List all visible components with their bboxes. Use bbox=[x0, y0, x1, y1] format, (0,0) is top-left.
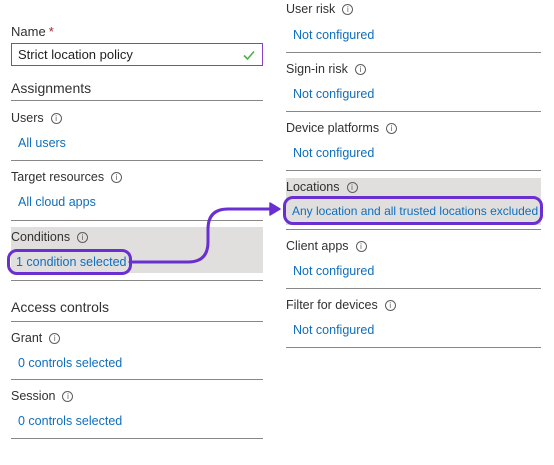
assignments-heading: Assignments bbox=[11, 80, 92, 96]
sign-in-risk-section: Sign-in risk i Not configured bbox=[286, 60, 541, 101]
locations-label-text: Locations bbox=[286, 180, 340, 194]
sign-in-risk-label-text: Sign-in risk bbox=[286, 62, 348, 76]
user-risk-section: User risk i Not configured bbox=[286, 0, 541, 42]
user-risk-label: User risk i bbox=[286, 0, 541, 18]
session-label: Session i bbox=[11, 387, 263, 405]
info-icon[interactable]: i bbox=[346, 181, 358, 193]
client-apps-label: Client apps i bbox=[286, 237, 541, 255]
required-asterisk: * bbox=[48, 23, 54, 39]
divider bbox=[11, 220, 263, 221]
filter-for-devices-section: Filter for devices i Not configured bbox=[286, 296, 541, 337]
divider bbox=[11, 321, 263, 322]
info-icon[interactable]: i bbox=[62, 390, 74, 402]
grant-label: Grant i bbox=[11, 329, 263, 347]
users-label: Users i bbox=[11, 109, 263, 127]
target-resources-label: Target resources i bbox=[11, 168, 263, 186]
policy-name-value[interactable]: Strict location policy bbox=[18, 47, 133, 62]
device-platforms-label-text: Device platforms bbox=[286, 121, 380, 135]
info-icon[interactable]: i bbox=[386, 122, 398, 134]
conditions-section[interactable]: Conditions i 1 condition selected bbox=[7, 227, 263, 275]
access-controls-heading: Access controls bbox=[11, 299, 110, 315]
info-icon[interactable]: i bbox=[342, 3, 354, 15]
filter-for-devices-label-text: Filter for devices bbox=[286, 298, 378, 312]
target-resources-section: Target resources i All cloud apps bbox=[11, 168, 263, 209]
divider bbox=[11, 280, 263, 281]
info-icon[interactable]: i bbox=[384, 299, 396, 311]
device-platforms-label: Device platforms i bbox=[286, 119, 541, 137]
grant-label-text: Grant bbox=[11, 331, 43, 345]
divider bbox=[286, 111, 541, 112]
locations-section[interactable]: Locations i Any location and all trusted… bbox=[283, 178, 543, 225]
client-apps-label-text: Client apps bbox=[286, 239, 349, 253]
divider bbox=[286, 229, 541, 230]
user-risk-label-text: User risk bbox=[286, 2, 336, 16]
sign-in-risk-label: Sign-in risk i bbox=[286, 60, 541, 78]
sign-in-risk-link[interactable]: Not configured bbox=[293, 87, 374, 101]
conditions-label: Conditions i bbox=[11, 228, 89, 246]
info-icon[interactable]: i bbox=[50, 112, 62, 124]
name-label: Name * bbox=[11, 22, 54, 40]
divider bbox=[286, 52, 541, 53]
info-icon[interactable]: i bbox=[77, 231, 89, 243]
divider bbox=[11, 160, 263, 161]
info-icon[interactable]: i bbox=[49, 332, 61, 344]
info-icon[interactable]: i bbox=[354, 63, 366, 75]
session-section: Session i 0 controls selected bbox=[11, 387, 263, 428]
divider bbox=[11, 379, 263, 380]
divider bbox=[286, 288, 541, 289]
info-icon[interactable]: i bbox=[111, 171, 123, 183]
session-controls-link[interactable]: 0 controls selected bbox=[18, 414, 122, 428]
policy-name-input[interactable]: Strict location policy bbox=[11, 43, 263, 66]
client-apps-link[interactable]: Not configured bbox=[293, 264, 374, 278]
client-apps-section: Client apps i Not configured bbox=[286, 237, 541, 278]
all-cloud-apps-link[interactable]: All cloud apps bbox=[18, 195, 96, 209]
device-platforms-section: Device platforms i Not configured bbox=[286, 119, 541, 160]
users-label-text: Users bbox=[11, 111, 44, 125]
divider bbox=[286, 347, 541, 348]
divider bbox=[286, 170, 541, 171]
locations-link[interactable]: Any location and all trusted locations e… bbox=[292, 204, 538, 218]
target-resources-label-text: Target resources bbox=[11, 170, 105, 184]
locations-highlight: Any location and all trusted locations e… bbox=[283, 196, 543, 225]
session-label-text: Session bbox=[11, 389, 56, 403]
divider bbox=[11, 100, 263, 101]
info-icon[interactable]: i bbox=[355, 240, 367, 252]
arrowhead-icon bbox=[269, 202, 281, 216]
grant-section: Grant i 0 controls selected bbox=[11, 329, 263, 370]
conditions-selected-link[interactable]: 1 condition selected bbox=[16, 255, 127, 269]
locations-label: Locations i bbox=[286, 178, 358, 196]
checkmark-icon bbox=[243, 50, 255, 60]
conditions-label-text: Conditions bbox=[11, 230, 71, 244]
users-section: Users i All users bbox=[11, 109, 263, 150]
conditions-highlight: 1 condition selected bbox=[7, 249, 132, 275]
device-platforms-link[interactable]: Not configured bbox=[293, 146, 374, 160]
grant-controls-link[interactable]: 0 controls selected bbox=[18, 356, 122, 370]
filter-for-devices-link[interactable]: Not configured bbox=[293, 323, 374, 337]
name-label-text: Name bbox=[11, 23, 46, 39]
divider bbox=[11, 438, 263, 439]
all-users-link[interactable]: All users bbox=[18, 136, 66, 150]
user-risk-link[interactable]: Not configured bbox=[293, 28, 374, 42]
filter-for-devices-label: Filter for devices i bbox=[286, 296, 541, 314]
